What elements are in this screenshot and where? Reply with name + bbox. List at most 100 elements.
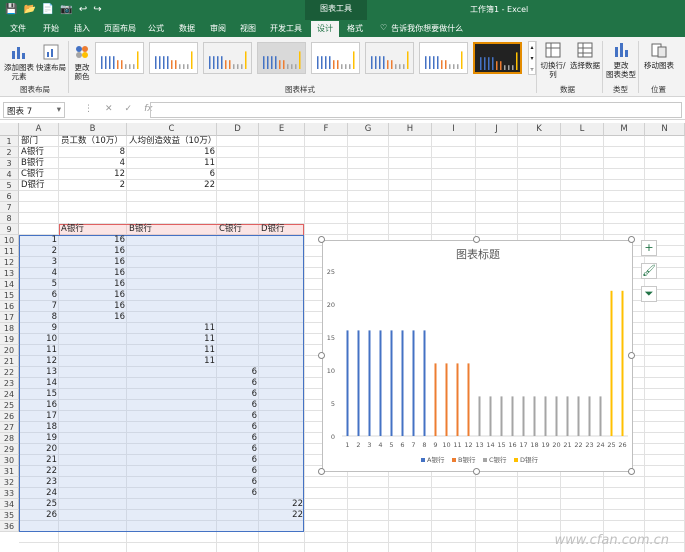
cell-index[interactable]: 9 — [19, 323, 59, 334]
chart-title[interactable]: 图表标题 — [456, 247, 500, 261]
cell-employees[interactable]: 2 — [59, 180, 127, 191]
row-header-9[interactable]: 9 — [0, 224, 19, 235]
column-header-J[interactable]: J — [476, 123, 518, 136]
cell-value[interactable]: 11 — [127, 334, 217, 345]
column-header-L[interactable]: L — [561, 123, 604, 136]
column-header-K[interactable]: K — [518, 123, 561, 136]
bar[interactable] — [555, 396, 558, 436]
cell-value[interactable]: 22 — [259, 510, 305, 521]
select-all-corner[interactable] — [0, 123, 19, 136]
cell-value[interactable]: 6 — [217, 411, 259, 422]
bar[interactable] — [357, 330, 360, 436]
cell-index[interactable]: 8 — [19, 312, 59, 323]
row-header-15[interactable]: 15 — [0, 290, 19, 301]
cell-value[interactable]: 6 — [217, 389, 259, 400]
cell-employees[interactable]: 8 — [59, 147, 127, 158]
cell-index[interactable]: 3 — [19, 257, 59, 268]
resize-handle[interactable] — [628, 468, 635, 475]
resize-handle[interactable] — [318, 236, 325, 243]
column-header-H[interactable]: H — [389, 123, 432, 136]
column-header-A[interactable]: A — [19, 123, 59, 136]
cell-index[interactable]: 5 — [19, 279, 59, 290]
cell-value[interactable]: 6 — [217, 444, 259, 455]
row-header-6[interactable]: 6 — [0, 191, 19, 202]
bar[interactable] — [566, 396, 569, 436]
cell-efficiency[interactable]: 16 — [127, 147, 217, 158]
cell-bank-name[interactable]: B银行 — [21, 158, 61, 169]
row-header-11[interactable]: 11 — [0, 246, 19, 257]
tab-7[interactable]: 视图 — [240, 23, 256, 34]
cell-index[interactable]: 13 — [19, 367, 59, 378]
enter-icon[interactable]: ✓ — [125, 104, 133, 114]
cell-index[interactable]: 6 — [19, 290, 59, 301]
column-header-D[interactable]: D — [217, 123, 259, 136]
row-header-32[interactable]: 32 — [0, 477, 19, 488]
row-header-13[interactable]: 13 — [0, 268, 19, 279]
bar[interactable] — [434, 363, 437, 436]
row-header-34[interactable]: 34 — [0, 499, 19, 510]
tab-4[interactable]: 公式 — [148, 23, 164, 34]
cell-value[interactable]: 6 — [217, 477, 259, 488]
cell-index[interactable]: 26 — [19, 510, 59, 521]
chart-style-thumbnail[interactable] — [473, 42, 522, 74]
row-header-10[interactable]: 10 — [0, 235, 19, 246]
row-header-20[interactable]: 20 — [0, 345, 19, 356]
tab-0[interactable]: 文件 — [10, 23, 26, 34]
cell-efficiency[interactable]: 11 — [127, 158, 217, 169]
bar[interactable] — [511, 396, 514, 436]
cell-value[interactable]: 6 — [217, 466, 259, 477]
cell-value[interactable]: 6 — [217, 488, 259, 499]
cell-index[interactable]: 17 — [19, 411, 59, 422]
cell-series-header[interactable]: B银行 — [129, 224, 219, 235]
cell-series-header[interactable]: D银行 — [261, 224, 307, 235]
chart-style-thumbnail[interactable] — [257, 42, 306, 74]
row-header-36[interactable]: 36 — [0, 521, 19, 532]
bar[interactable] — [467, 363, 470, 436]
qat-icon[interactable]: ↪ — [93, 3, 101, 17]
row-header-23[interactable]: 23 — [0, 378, 19, 389]
bar[interactable] — [456, 363, 459, 436]
cell-index[interactable]: 22 — [19, 466, 59, 477]
cell-value[interactable]: 6 — [217, 455, 259, 466]
row-header-33[interactable]: 33 — [0, 488, 19, 499]
quick-layout-button[interactable]: 快速布局 — [36, 43, 66, 72]
cell-index[interactable]: 12 — [19, 356, 59, 367]
cell-value[interactable]: 16 — [59, 268, 127, 279]
row-header-25[interactable]: 25 — [0, 400, 19, 411]
change-chart-type-button[interactable]: 更改 图表类型 — [605, 41, 637, 79]
resize-handle[interactable] — [318, 468, 325, 475]
tab-9[interactable]: 设计 — [311, 21, 339, 37]
row-header-31[interactable]: 31 — [0, 466, 19, 477]
legend-entry[interactable]: C银行 — [489, 455, 507, 464]
resize-handle[interactable] — [628, 352, 635, 359]
cell-index[interactable]: 25 — [19, 499, 59, 510]
row-header-26[interactable]: 26 — [0, 411, 19, 422]
cell-employees[interactable]: 12 — [59, 169, 127, 180]
change-colors-button[interactable]: 更改 颜色 — [70, 43, 94, 81]
chart-style-thumbnail[interactable] — [203, 42, 252, 74]
move-chart-button[interactable]: 移动图表 — [642, 41, 676, 70]
column-header-B[interactable]: B — [59, 123, 127, 136]
cell-series-header[interactable]: C银行 — [219, 224, 261, 235]
cell-value[interactable]: 6 — [217, 378, 259, 389]
cell-value[interactable]: 6 — [217, 367, 259, 378]
cell-index[interactable]: 7 — [19, 301, 59, 312]
cell-index[interactable]: 19 — [19, 433, 59, 444]
row-header-17[interactable]: 17 — [0, 312, 19, 323]
cell-index[interactable]: 20 — [19, 444, 59, 455]
legend-entry[interactable]: B银行 — [458, 455, 476, 464]
select-data-button[interactable]: 选择数据 — [570, 41, 600, 70]
row-header-22[interactable]: 22 — [0, 367, 19, 378]
cell-value[interactable]: 16 — [59, 257, 127, 268]
cell-index[interactable]: 11 — [19, 345, 59, 356]
cell-index[interactable]: 10 — [19, 334, 59, 345]
row-header-19[interactable]: 19 — [0, 334, 19, 345]
cell-index[interactable]: 4 — [19, 268, 59, 279]
cell-value[interactable]: 6 — [217, 400, 259, 411]
cell-index[interactable]: 2 — [19, 246, 59, 257]
row-header-7[interactable]: 7 — [0, 202, 19, 213]
row-header-5[interactable]: 5 — [0, 180, 19, 191]
chart-filters-button[interactable]: ⏷ — [641, 286, 657, 302]
cell-value[interactable]: 11 — [127, 345, 217, 356]
bar[interactable] — [401, 330, 404, 436]
